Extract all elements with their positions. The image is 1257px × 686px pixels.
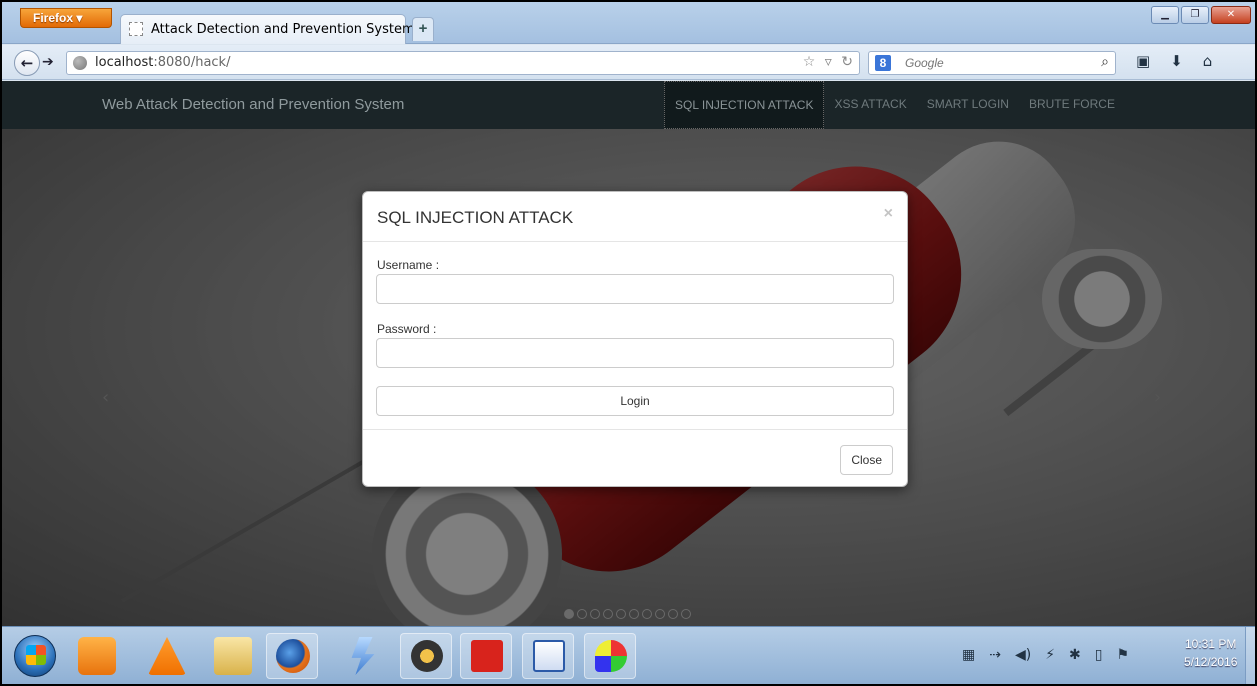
- modal-title: SQL INJECTION ATTACK: [377, 208, 574, 227]
- close-button[interactable]: Close: [840, 445, 893, 475]
- action-center-flag-icon[interactable]: ⚑: [1117, 647, 1130, 663]
- screenshot-icon[interactable]: ▣: [1136, 52, 1150, 70]
- carousel-dot[interactable]: [577, 609, 587, 619]
- url-bar[interactable]: localhost:8080/hack/ ☆ ▿ ↻: [66, 51, 860, 75]
- home-icon[interactable]: ⌂: [1203, 52, 1213, 70]
- reload-icon[interactable]: ↻: [841, 54, 853, 70]
- restore-button[interactable]: ❐: [1181, 6, 1209, 24]
- browser-titlebar: Firefox ▾ Attack Detection and Preventio…: [2, 2, 1255, 44]
- browser-tab[interactable]: Attack Detection and Prevention System: [120, 14, 415, 44]
- tab-title: Attack Detection and Prevention System: [151, 22, 415, 37]
- modal-header: SQL INJECTION ATTACK ×: [363, 192, 907, 242]
- lightning-app-icon[interactable]: [351, 637, 375, 675]
- system-tray: ▦ ⇢ ◀) ⚡ ✱ ▯ ⚑: [962, 647, 1129, 663]
- clock-time: 10:31 PM: [1185, 637, 1237, 651]
- forward-arrow-icon[interactable]: ➔: [42, 54, 54, 70]
- carousel-dot[interactable]: [642, 609, 652, 619]
- url-path: :8080/hack/: [153, 55, 231, 70]
- carousel-dot[interactable]: [590, 609, 600, 619]
- carousel-dot[interactable]: [655, 609, 665, 619]
- carousel-dot[interactable]: [616, 609, 626, 619]
- carousel-prev-icon[interactable]: ‹: [102, 387, 109, 408]
- url-host: localhost: [95, 55, 154, 70]
- screen: Firefox ▾ Attack Detection and Preventio…: [0, 0, 1257, 686]
- paint-palette-icon: [595, 640, 627, 672]
- firefox-taskbar-button[interactable]: [266, 633, 318, 679]
- vlc-icon[interactable]: [148, 637, 186, 675]
- site-menu: SQL INJECTION ATTACK XSS ATTACK SMART LO…: [664, 81, 1125, 129]
- window-close-button[interactable]: ✕: [1211, 6, 1251, 24]
- password-label: Password :: [377, 322, 437, 336]
- media-player-icon[interactable]: [78, 637, 116, 675]
- globe-icon: [73, 56, 87, 70]
- search-magnifier-icon[interactable]: ⌕: [1101, 54, 1109, 70]
- bluetooth-icon[interactable]: ✱: [1069, 647, 1081, 663]
- menu-sql-injection[interactable]: SQL INJECTION ATTACK: [664, 81, 825, 129]
- pdf-reader-icon: [471, 640, 503, 672]
- tray-app-icon[interactable]: ▦: [962, 647, 975, 663]
- bookmark-star-icon[interactable]: ☆: [803, 54, 816, 70]
- battery-icon[interactable]: ▯: [1095, 647, 1103, 663]
- modal-close-icon[interactable]: ×: [884, 205, 893, 223]
- toolbar-right-icons: ▣ ⬇ ⌂: [1136, 52, 1212, 70]
- page-favicon-icon: [129, 22, 143, 36]
- username-label: Username :: [377, 258, 440, 272]
- word-taskbar-button[interactable]: [522, 633, 574, 679]
- username-field[interactable]: [376, 274, 894, 304]
- network-icon[interactable]: ⇢: [989, 647, 1001, 663]
- carousel-dot[interactable]: [681, 609, 691, 619]
- page-content: Web Attack Detection and Prevention Syst…: [2, 81, 1255, 626]
- clock-date: 5/12/2016: [1184, 655, 1238, 669]
- volume-icon[interactable]: ◀): [1015, 647, 1031, 663]
- login-button[interactable]: Login: [376, 386, 894, 416]
- power-icon[interactable]: ⚡: [1045, 647, 1055, 663]
- browser-navbar: ← ➔ localhost:8080/hack/ ☆ ▿ ↻ 8 Google …: [2, 45, 1255, 80]
- file-explorer-icon[interactable]: [214, 637, 252, 675]
- search-bar[interactable]: 8 Google ⌕: [868, 51, 1116, 75]
- menu-xss-attack[interactable]: XSS ATTACK: [824, 81, 916, 129]
- carousel-next-icon[interactable]: ›: [1154, 387, 1161, 408]
- sql-injection-modal: SQL INJECTION ATTACK × Username : Passwo…: [362, 191, 908, 487]
- carousel-dot[interactable]: [668, 609, 678, 619]
- carousel-indicators: [564, 609, 691, 619]
- back-arrow-icon[interactable]: ←: [14, 50, 40, 76]
- site-navbar: Web Attack Detection and Prevention Syst…: [2, 81, 1255, 129]
- menu-smart-login[interactable]: SMART LOGIN: [917, 81, 1019, 129]
- password-field[interactable]: [376, 338, 894, 368]
- windows-taskbar: ▦ ⇢ ◀) ⚡ ✱ ▯ ⚑ 10:31 PM 5/12/2016: [2, 626, 1255, 684]
- show-desktop-button[interactable]: [1245, 627, 1255, 684]
- paint-taskbar-button[interactable]: [584, 633, 636, 679]
- minimize-button[interactable]: ▁: [1151, 6, 1179, 24]
- modal-body: Username : Password : Login: [363, 242, 907, 430]
- ide-taskbar-button[interactable]: [400, 633, 452, 679]
- window-controls: ▁ ❐ ✕: [1151, 6, 1251, 24]
- start-button[interactable]: [14, 635, 56, 677]
- search-placeholder: Google: [905, 56, 944, 70]
- new-tab-button[interactable]: +: [412, 17, 434, 41]
- modal-footer: Close: [363, 430, 907, 486]
- gear-app-icon: [411, 640, 443, 672]
- carousel-dot[interactable]: [629, 609, 639, 619]
- carousel-dot[interactable]: [603, 609, 613, 619]
- dropdown-triangle-icon[interactable]: ▿: [825, 54, 832, 70]
- system-clock[interactable]: 10:31 PM 5/12/2016: [1184, 635, 1237, 671]
- url-bar-icons: ☆ ▿ ↻: [798, 54, 853, 70]
- url-text: localhost:8080/hack/: [95, 55, 230, 70]
- carousel-dot[interactable]: [564, 609, 574, 619]
- acrobat-taskbar-button[interactable]: [460, 633, 512, 679]
- windows-logo-icon: [26, 645, 46, 665]
- firefox-menu-button[interactable]: Firefox ▾: [20, 8, 112, 28]
- menu-brute-force[interactable]: BRUTE FORCE: [1019, 81, 1125, 129]
- google-engine-icon[interactable]: 8: [875, 55, 891, 71]
- firefox-logo-icon: [276, 639, 310, 673]
- download-arrow-icon[interactable]: ⬇: [1170, 52, 1183, 70]
- site-brand[interactable]: Web Attack Detection and Prevention Syst…: [102, 96, 404, 113]
- word-document-icon: [533, 640, 565, 672]
